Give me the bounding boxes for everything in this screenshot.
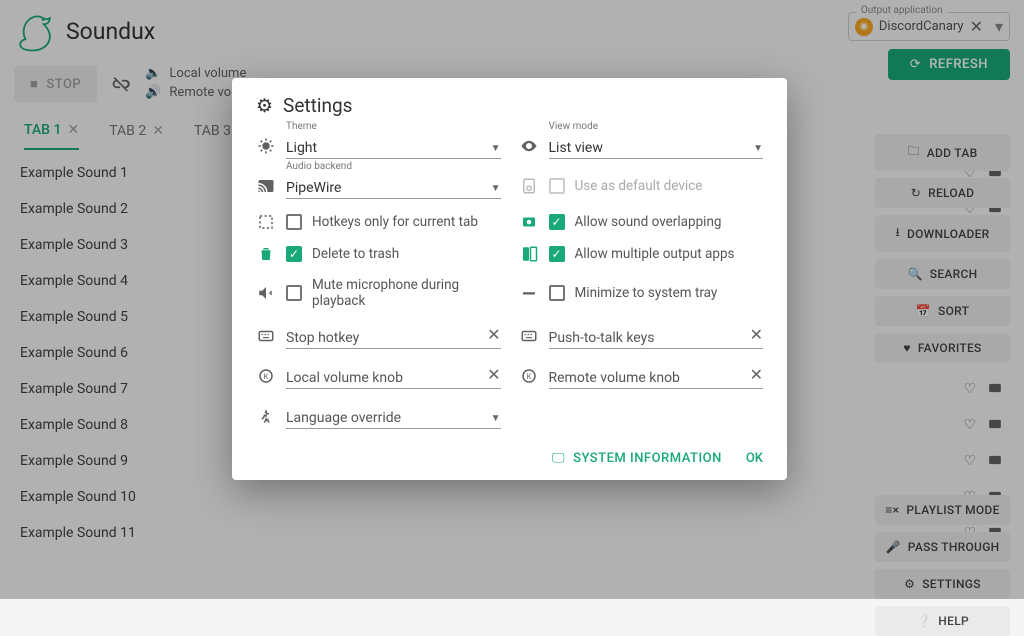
settings-modal: ⚙ Settings Theme Light ▼ View mode List … [232, 78, 787, 480]
gear-icon: ⚙ [256, 94, 273, 117]
mute-mic-checkbox[interactable] [286, 285, 302, 301]
theme-icon [256, 137, 276, 155]
selection-icon [256, 213, 276, 231]
translate-icon [256, 407, 276, 425]
trash-icon [256, 245, 276, 263]
hotkeys-tab-checkbox[interactable] [286, 214, 302, 230]
cast-icon [256, 177, 276, 195]
speaker-disabled-icon [519, 177, 539, 195]
local-knob-input[interactable]: Local volume knob✕ [286, 363, 501, 389]
knob-icon: K [256, 367, 276, 385]
clear-icon[interactable]: ✕ [487, 365, 500, 384]
eye-icon [519, 137, 539, 155]
clear-icon[interactable]: ✕ [487, 325, 500, 344]
modal-title: ⚙ Settings [256, 94, 763, 117]
stop-hotkey-input[interactable]: Stop hotkey✕ [286, 323, 501, 349]
svg-text:K: K [526, 372, 531, 381]
monitor-icon: 🖵 [552, 451, 565, 466]
svg-text:K: K [264, 372, 269, 381]
keyboard-icon [519, 327, 539, 345]
keyboard-icon [256, 327, 276, 345]
overlap-checkbox[interactable]: ✓ [549, 214, 565, 230]
clear-icon[interactable]: ✕ [750, 365, 763, 384]
language-override-select[interactable]: Language override ▼ [286, 403, 501, 429]
clear-icon[interactable]: ✕ [750, 325, 763, 344]
chevron-down-icon: ▼ [491, 143, 501, 154]
surround-icon [519, 213, 539, 231]
speakers-icon [519, 245, 539, 263]
default-device-checkbox [549, 178, 565, 194]
mute-icon [256, 284, 276, 302]
chevron-down-icon: ▼ [491, 413, 501, 424]
chevron-down-icon: ▼ [491, 183, 501, 194]
minimize-icon [519, 284, 539, 302]
theme-select[interactable]: Theme Light ▼ [286, 133, 501, 159]
ok-button[interactable]: OK [746, 451, 763, 466]
audio-backend-select[interactable]: Audio backend PipeWire ▼ [286, 173, 501, 199]
knob-icon: K [519, 367, 539, 385]
delete-trash-checkbox[interactable]: ✓ [286, 246, 302, 262]
system-information-button[interactable]: 🖵 SYSTEM INFORMATION [552, 451, 722, 466]
help-icon: ❔ [916, 614, 931, 628]
viewmode-select[interactable]: View mode List view ▼ [549, 133, 764, 159]
chevron-down-icon: ▼ [753, 143, 763, 154]
min-tray-checkbox[interactable] [549, 285, 565, 301]
ptt-keys-input[interactable]: Push-to-talk keys✕ [549, 323, 764, 349]
remote-knob-input[interactable]: Remote volume knob✕ [549, 363, 764, 389]
multi-output-checkbox[interactable]: ✓ [549, 246, 565, 262]
help-button[interactable]: ❔HELP [875, 606, 1010, 636]
